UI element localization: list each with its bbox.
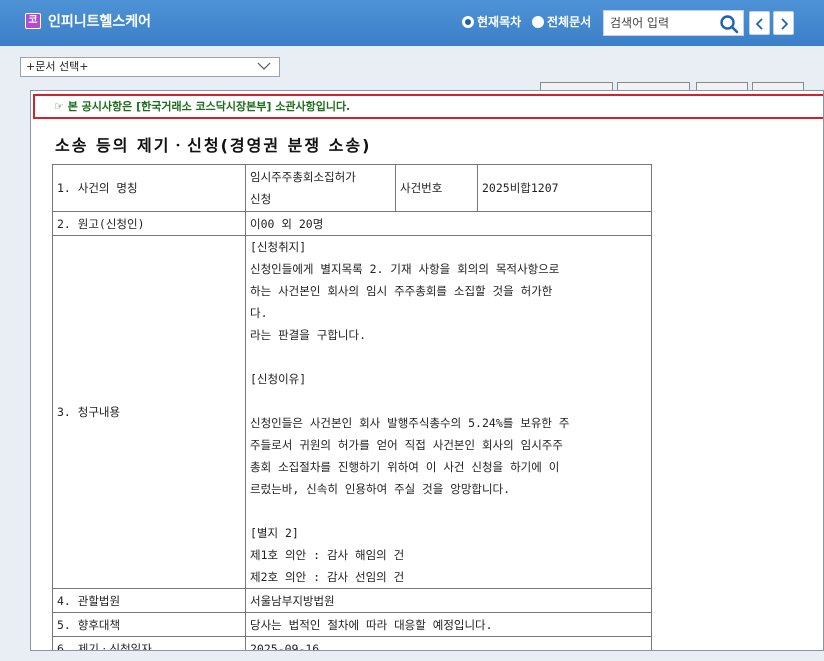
table-row: 3. 청구내용 [신청취지] 신청인들에게 별지목록 2. 기재 사항을 회의의… xyxy=(52,235,652,589)
claim-line: 주들로서 귀원의 허가를 얻어 직접 사건본인 회사의 임시주주 xyxy=(250,438,563,452)
document-viewer: ☞ 본 공시사항은 [한국거래소 코스닥시장본부] 소관사항입니다. 소송 등의… xyxy=(30,90,824,651)
row-label: 5. 향후대책 xyxy=(52,612,246,637)
document-title: 소송 등의 제기ㆍ신청(경영권 분쟁 소송) xyxy=(55,136,372,155)
claim-line: [신청취지] xyxy=(250,240,307,254)
radio-selected-icon xyxy=(462,15,474,28)
claim-line: 하는 사건본인 회사의 임시 주주총회를 소집할 것을 허가한 xyxy=(250,284,553,298)
row-value: 당사는 법적인 절차에 따라 대응할 예정입니다. xyxy=(245,612,652,637)
row-label: 4. 관할법원 xyxy=(52,588,246,613)
table-row: 5. 향후대책 당사는 법적인 절차에 따라 대응할 예정입니다. xyxy=(52,612,652,637)
claim-line xyxy=(250,500,649,522)
row-value: 2025-09-16 xyxy=(245,636,652,650)
case-name-cell: 임시주주총회소집허가 신청 xyxy=(245,164,396,212)
claim-line: 라는 판결을 구합니다. xyxy=(250,328,366,342)
claim-line: [별지 2] xyxy=(250,526,299,540)
claim-line: 다. xyxy=(250,306,268,320)
next-button[interactable] xyxy=(773,11,794,35)
top-bar: 코 인피니트헬스케어 현재목차 전체문서 xyxy=(0,0,824,46)
row-value: 이00 외 20명 xyxy=(245,211,652,236)
app-title: 인피니트헬스케어 xyxy=(48,14,152,30)
claim-line: 신청인들에게 별지목록 2. 기재 사항을 회의의 목적사항으로 xyxy=(250,262,560,276)
claim-line: 신청인들은 사건본인 회사 발행주식총수의 5.24%를 보유한 주 xyxy=(250,416,570,430)
claim-line xyxy=(250,346,649,368)
radio-current-toc[interactable]: 현재목차 xyxy=(462,13,521,30)
claim-line xyxy=(250,390,649,412)
app-logo-icon: 코 xyxy=(25,13,41,29)
table-row: 2. 원고(신청인) 이00 외 20명 xyxy=(52,211,652,236)
table-row: 4. 관할법원 서울남부지방법원 xyxy=(52,588,652,613)
row-label: 3. 청구내용 xyxy=(52,235,246,589)
chevron-right-icon xyxy=(781,18,789,30)
radio-all-documents[interactable]: 전체문서 xyxy=(532,13,591,30)
search-icon[interactable] xyxy=(719,14,739,34)
notice-banner: ☞ 본 공시사항은 [한국거래소 코스닥시장본부] 소관사항입니다. xyxy=(33,94,823,119)
case-name-line2: 신청 xyxy=(250,192,272,206)
row-label: 1. 사건의 명칭 xyxy=(52,164,246,212)
disclosure-table: 1. 사건의 명칭 임시주주총회소집허가 신청 사건번호 2025비합1207 … xyxy=(52,164,652,650)
radio-current-toc-label: 현재목차 xyxy=(477,15,522,29)
prev-button[interactable] xyxy=(749,11,770,35)
table-row: 6. 제기ㆍ신청일자 2025-09-16 xyxy=(52,636,652,650)
document-select-value: +문서 선택+ xyxy=(26,60,89,73)
claim-line: 르렀는바, 신속히 인용하여 주실 것을 앙망합니다. xyxy=(250,482,511,496)
radio-unselected-icon xyxy=(532,15,544,28)
row-value: 서울남부지방법원 xyxy=(245,588,652,613)
claim-line: 제2호 의안 : 감사 선임의 건 xyxy=(250,570,405,584)
search-box xyxy=(603,10,744,36)
claim-line: 제1호 의안 : 감사 해임의 건 xyxy=(250,548,405,562)
row-label: 6. 제기ㆍ신청일자 xyxy=(52,636,246,650)
case-number-value: 2025비합1207 xyxy=(477,164,652,212)
claim-content-cell: [신청취지] 신청인들에게 별지목록 2. 기재 사항을 회의의 목적사항으로 … xyxy=(245,235,652,589)
row-label: 2. 원고(신청인) xyxy=(52,211,246,236)
case-name-line1: 임시주주총회소집허가 xyxy=(250,170,356,184)
case-number-label: 사건번호 xyxy=(395,164,478,212)
document-select[interactable]: +문서 선택+ xyxy=(20,57,280,77)
radio-all-documents-label: 전체문서 xyxy=(547,15,592,29)
claim-line: 총회 소집절차를 진행하기 위하여 이 사건 신청을 하기에 이 xyxy=(250,460,560,474)
chevron-left-icon xyxy=(755,18,763,30)
claim-line: [신청이유] xyxy=(250,372,307,386)
table-row: 1. 사건의 명칭 임시주주총회소집허가 신청 사건번호 2025비합1207 xyxy=(52,164,652,212)
chevron-down-icon xyxy=(257,62,271,70)
search-input[interactable] xyxy=(610,14,714,32)
